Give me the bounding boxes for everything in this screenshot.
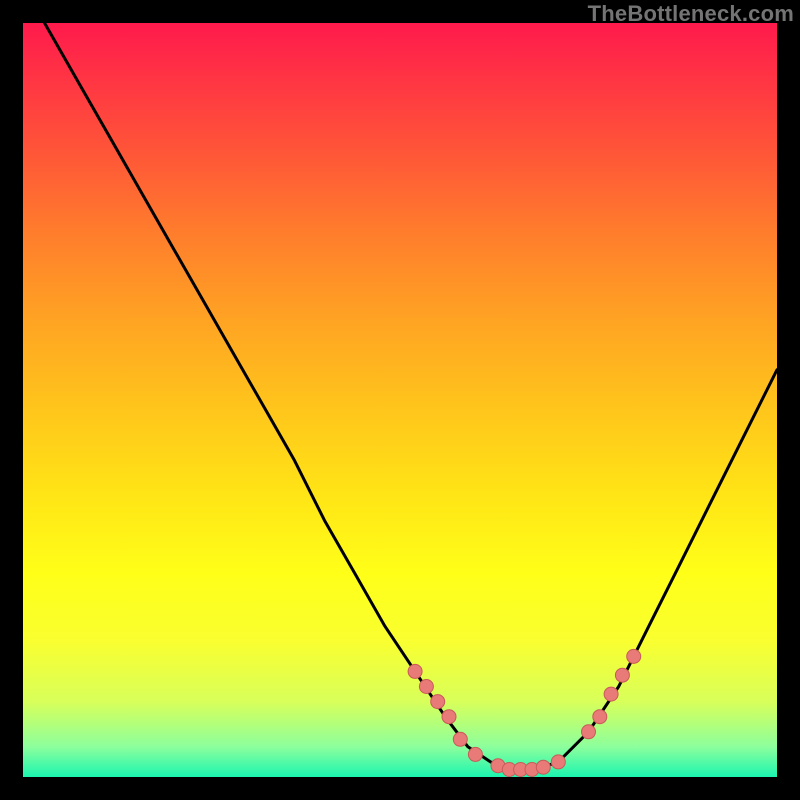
chart-frame (23, 23, 777, 777)
curve-line (23, 23, 777, 770)
watermark-text: TheBottleneck.com (588, 1, 794, 27)
curve-markers (408, 649, 641, 776)
chart-svg (23, 23, 777, 777)
